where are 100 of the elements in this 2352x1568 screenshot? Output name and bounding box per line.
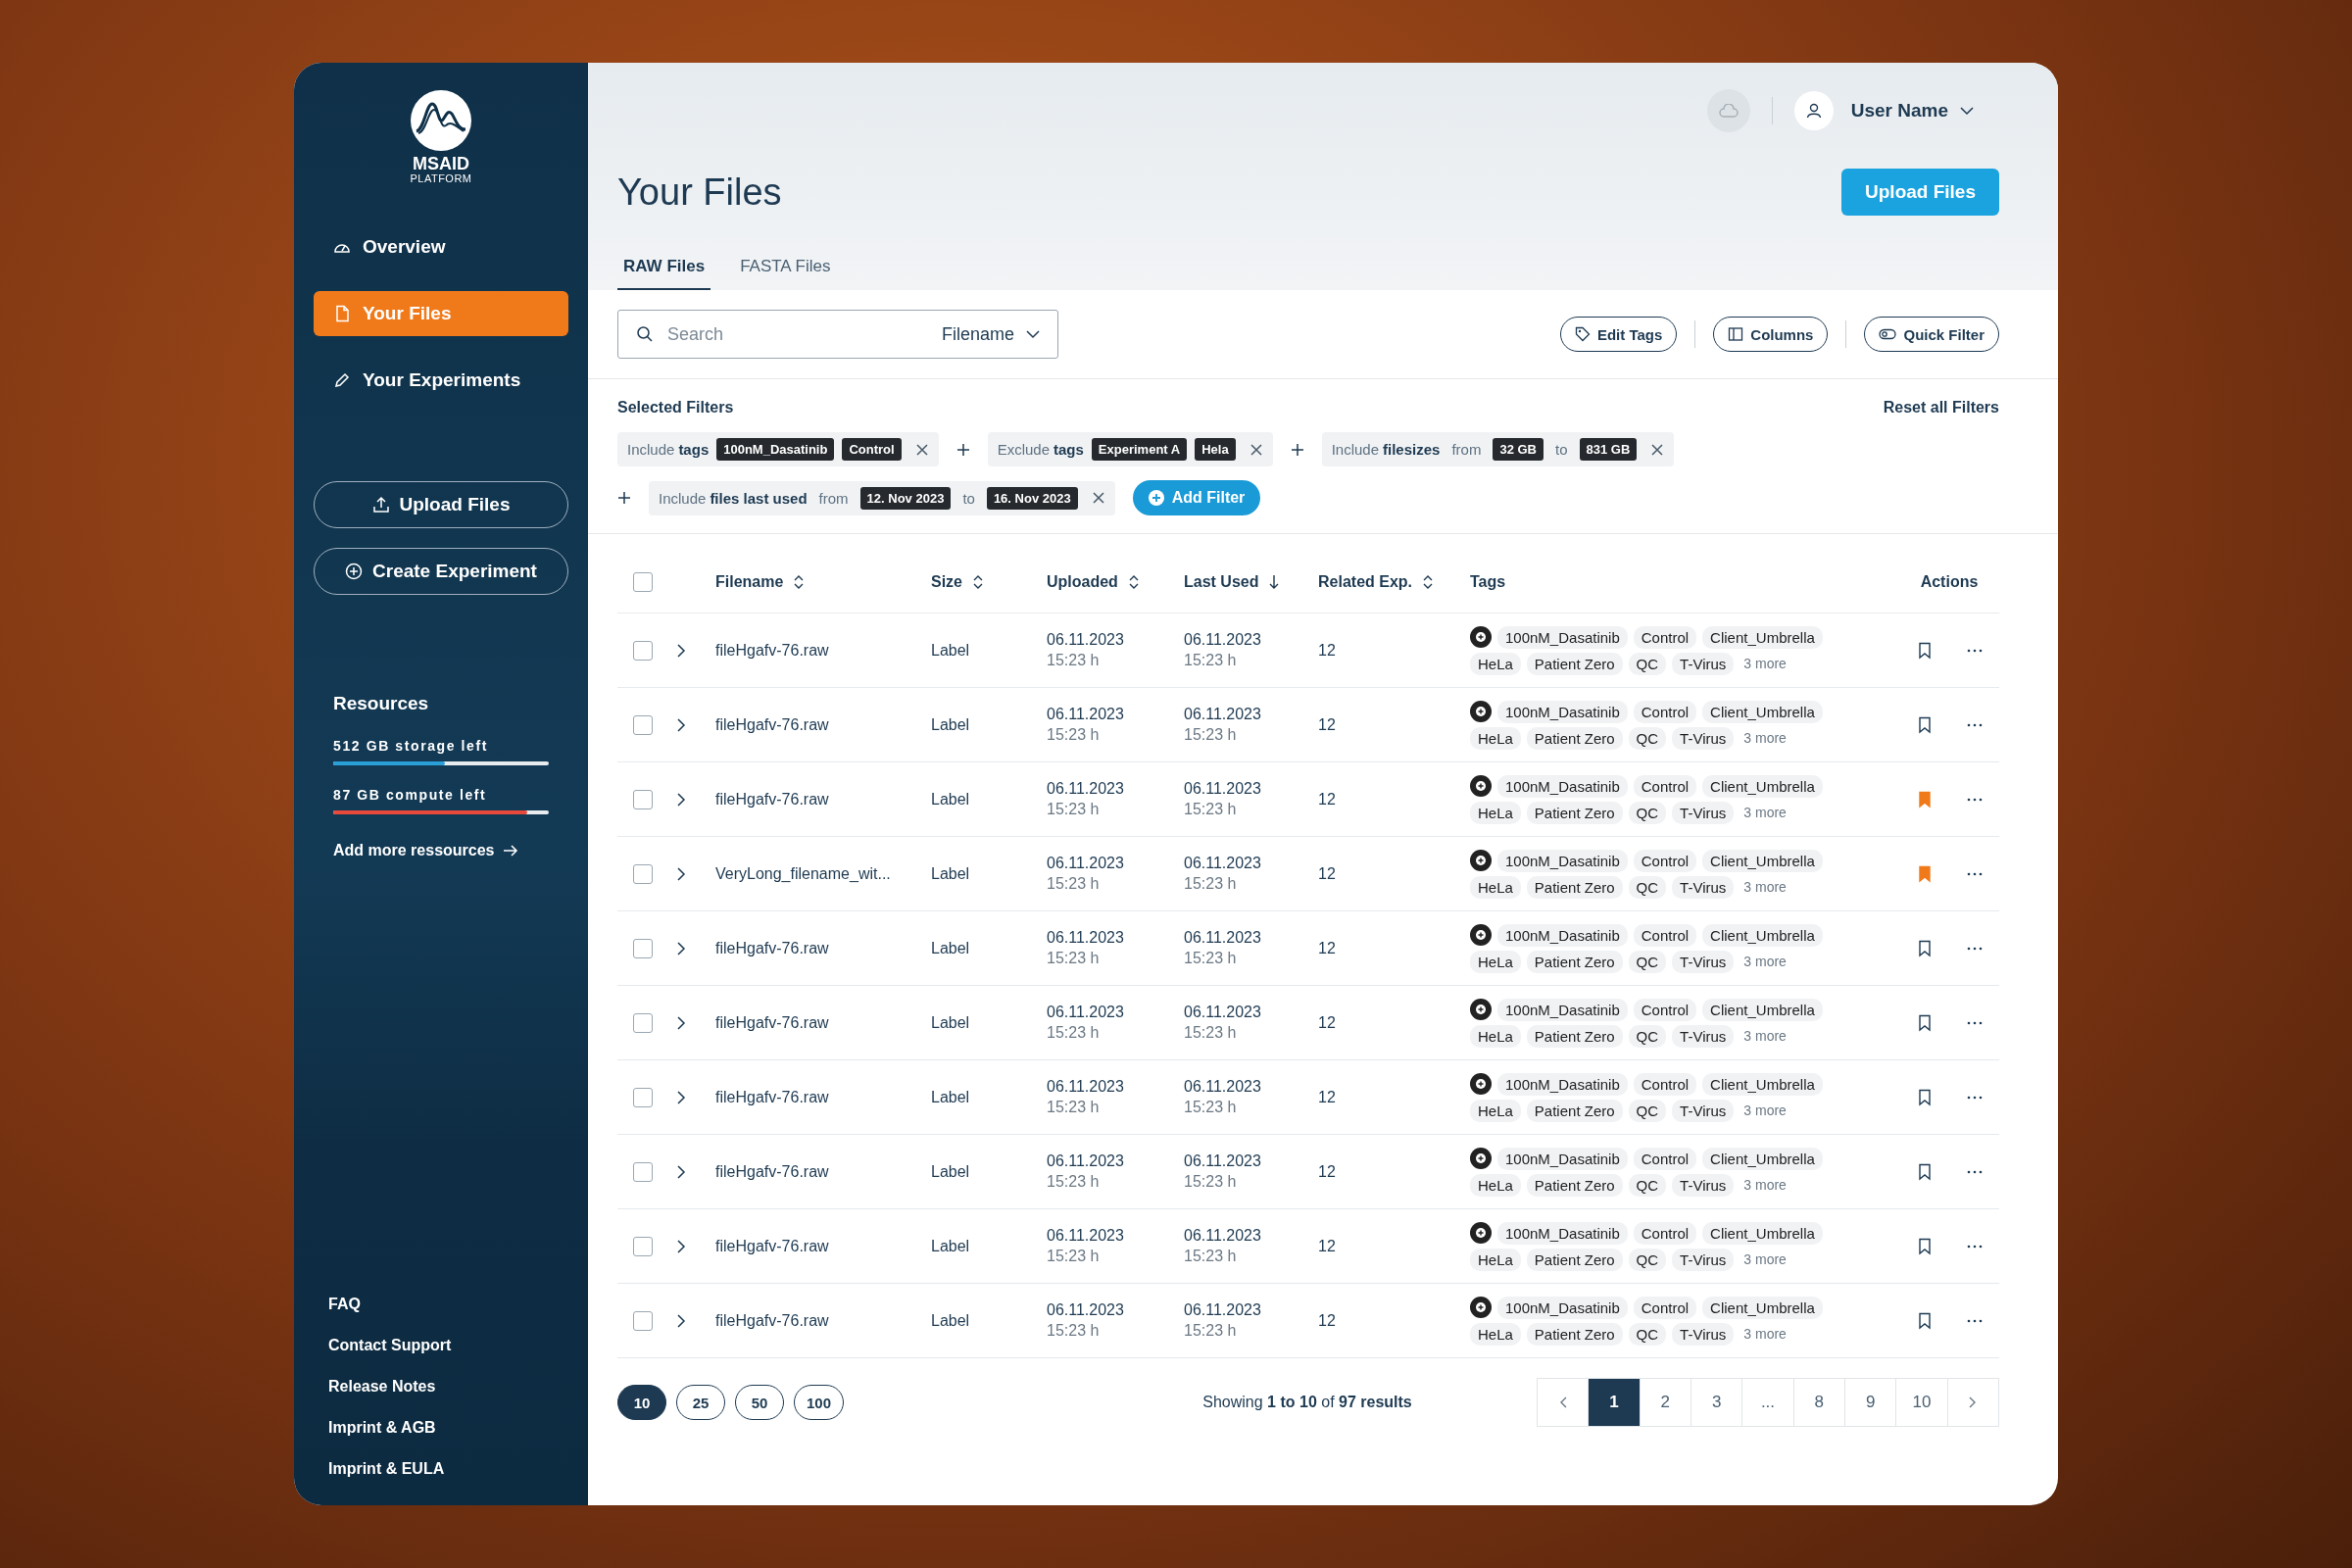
edit-tags-button[interactable]: Edit Tags <box>1559 317 1678 352</box>
add-tag-icon[interactable] <box>1470 775 1492 797</box>
more-options-icon[interactable] <box>1966 1095 1983 1100</box>
tag-chip: Client_Umbrella <box>1702 625 1823 649</box>
expand-chevron-icon[interactable] <box>676 643 686 658</box>
date-cell: 06.11.2023 <box>1047 1152 1124 1170</box>
footer-link[interactable]: Imprint & EULA <box>328 1460 554 1478</box>
sort-down-icon[interactable] <box>1268 574 1281 590</box>
nav-item[interactable]: Overview <box>314 224 568 270</box>
nav-item[interactable]: Your Experiments <box>314 358 568 404</box>
add-tag-icon[interactable] <box>1470 1222 1492 1244</box>
more-options-icon[interactable] <box>1966 1318 1983 1323</box>
search-scope-dropdown[interactable]: Filename <box>941 323 1040 345</box>
sort-icon[interactable] <box>793 574 806 590</box>
more-tags-link[interactable]: 3 more <box>1740 730 1787 746</box>
sort-icon[interactable] <box>1127 574 1140 590</box>
bookmark-icon[interactable] <box>1917 1013 1932 1032</box>
sort-icon[interactable] <box>972 574 984 590</box>
row-checkbox[interactable] <box>633 1161 653 1182</box>
close-icon[interactable] <box>1249 442 1263 457</box>
close-icon[interactable] <box>914 442 929 457</box>
page-size-button[interactable]: 50 <box>735 1385 784 1420</box>
row-checkbox[interactable] <box>633 938 653 958</box>
more-options-icon[interactable] <box>1966 1020 1983 1025</box>
chevron-left-icon <box>1558 1396 1567 1408</box>
bookmark-icon[interactable] <box>1917 1162 1932 1181</box>
expand-chevron-icon[interactable] <box>676 1090 686 1104</box>
row-checkbox[interactable] <box>633 1087 653 1107</box>
page-size-button[interactable]: 25 <box>676 1385 725 1420</box>
more-options-icon[interactable] <box>1966 797 1983 802</box>
bookmark-icon[interactable] <box>1917 715 1932 734</box>
pen-icon <box>333 371 351 390</box>
size-cell: Label <box>931 1088 970 1106</box>
select-all-checkbox[interactable] <box>633 572 653 592</box>
more-options-icon[interactable] <box>1966 722 1983 727</box>
reset-filters-link[interactable]: Reset all Filters <box>1883 399 1999 416</box>
page-button[interactable]: 1 <box>1589 1379 1641 1426</box>
add-tag-icon[interactable] <box>1470 1148 1492 1169</box>
add-tag-icon[interactable] <box>1470 1073 1492 1095</box>
more-tags-link[interactable]: 3 more <box>1740 1326 1787 1342</box>
row-checkbox[interactable] <box>633 789 653 809</box>
footer-link[interactable]: Contact Support <box>328 1337 554 1354</box>
expand-chevron-icon[interactable] <box>676 941 686 956</box>
search-field[interactable]: Search Filename <box>617 310 1058 359</box>
row-checkbox[interactable] <box>633 714 653 735</box>
quick-filter-button[interactable]: Quick Filter <box>1864 317 1999 352</box>
tab[interactable]: FASTA Files <box>734 249 837 290</box>
time-cell: 15:23 h <box>1047 1099 1100 1116</box>
more-tags-link[interactable]: 3 more <box>1740 879 1787 895</box>
more-options-icon[interactable] <box>1966 871 1983 876</box>
add-tag-icon[interactable] <box>1470 1297 1492 1318</box>
more-options-icon[interactable] <box>1966 1244 1983 1249</box>
add-resources-link[interactable]: Add more ressources <box>333 842 518 860</box>
close-icon[interactable] <box>1091 491 1105 505</box>
more-options-icon[interactable] <box>1966 648 1983 653</box>
columns-icon <box>1728 326 1744 342</box>
page-size-button[interactable]: 10 <box>617 1385 666 1420</box>
more-tags-link[interactable]: 3 more <box>1740 954 1787 969</box>
add-tag-icon[interactable] <box>1470 999 1492 1020</box>
more-options-icon[interactable] <box>1966 946 1983 951</box>
more-tags-link[interactable]: 3 more <box>1740 805 1787 820</box>
close-icon[interactable] <box>1650 442 1665 457</box>
row-checkbox[interactable] <box>633 863 653 884</box>
sort-icon[interactable] <box>1422 574 1435 590</box>
add-tag-icon[interactable] <box>1470 701 1492 722</box>
add-tag-icon[interactable] <box>1470 626 1492 648</box>
expand-chevron-icon[interactable] <box>676 1015 686 1030</box>
bookmark-icon[interactable] <box>1917 1088 1932 1106</box>
expand-chevron-icon[interactable] <box>676 866 686 881</box>
footer-link[interactable]: FAQ <box>328 1296 554 1313</box>
more-tags-link[interactable]: 3 more <box>1740 1102 1787 1118</box>
tag-chip: HeLa <box>1470 1099 1521 1122</box>
expand-chevron-icon[interactable] <box>676 717 686 732</box>
expand-chevron-icon[interactable] <box>676 1313 686 1328</box>
footer-link[interactable]: Imprint & AGB <box>328 1419 554 1437</box>
expand-chevron-icon[interactable] <box>676 792 686 807</box>
tab[interactable]: RAW Files <box>617 249 711 290</box>
bookmark-icon[interactable] <box>1917 1311 1932 1330</box>
row-checkbox[interactable] <box>633 1012 653 1033</box>
more-options-icon[interactable] <box>1966 1169 1983 1174</box>
row-checkbox[interactable] <box>633 1310 653 1331</box>
add-tag-icon[interactable] <box>1470 924 1492 946</box>
filter-subject: files last used <box>710 489 808 507</box>
columns-button[interactable]: Columns <box>1713 317 1829 352</box>
more-tags-link[interactable]: 3 more <box>1740 1028 1787 1044</box>
more-tags-link[interactable]: 3 more <box>1740 1251 1787 1267</box>
user-menu[interactable]: User Name <box>1844 99 1980 122</box>
tag-chip: Control <box>1633 1072 1697 1096</box>
more-tags-link[interactable]: 3 more <box>1740 656 1787 671</box>
row-checkbox[interactable] <box>633 1236 653 1256</box>
bookmark-icon[interactable] <box>1917 1237 1932 1255</box>
expand-chevron-icon[interactable] <box>676 1164 686 1179</box>
expand-chevron-icon[interactable] <box>676 1239 686 1253</box>
footer-link[interactable]: Release Notes <box>328 1378 554 1396</box>
bookmark-icon[interactable] <box>1917 641 1932 660</box>
bookmark-icon[interactable] <box>1917 939 1932 957</box>
page-size-button[interactable]: 100 <box>794 1385 845 1420</box>
more-tags-link[interactable]: 3 more <box>1740 1177 1787 1193</box>
add-tag-icon[interactable] <box>1470 850 1492 871</box>
row-checkbox[interactable] <box>633 640 653 661</box>
